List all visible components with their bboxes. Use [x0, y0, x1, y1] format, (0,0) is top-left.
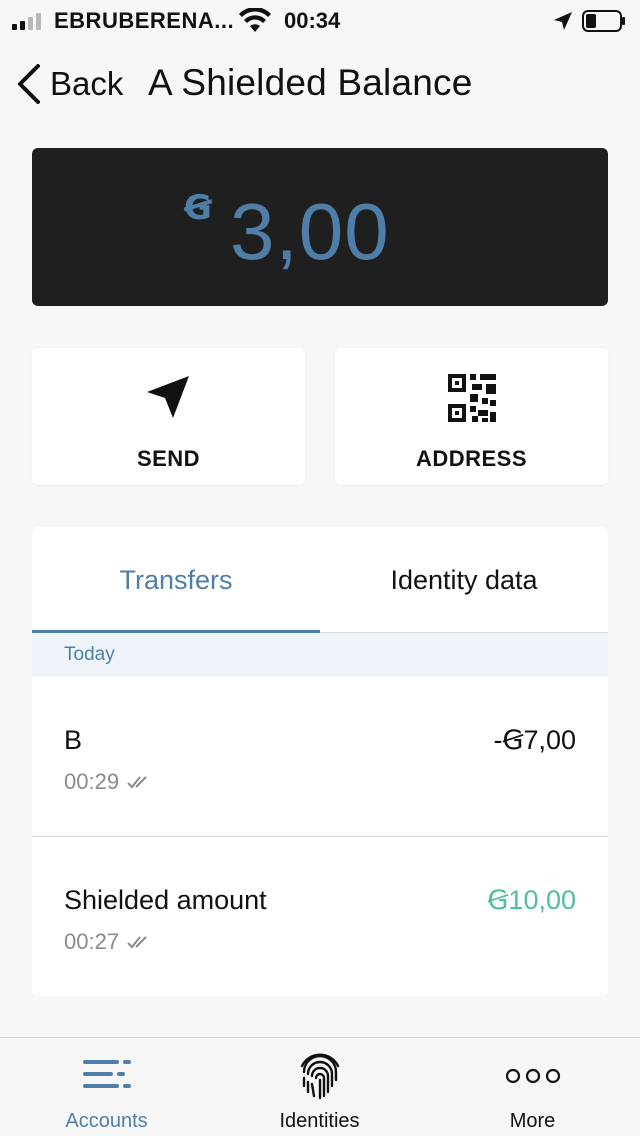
back-label: Back — [50, 65, 124, 102]
address-label: ADDRESS — [415, 446, 528, 471]
transaction-amount: -Ꞡ7,00 — [493, 725, 576, 755]
transaction-amount: Ꞡ10,00 — [487, 885, 577, 915]
transaction-name: Shielded amount — [64, 885, 267, 915]
battery-icon — [582, 10, 625, 32]
send-button[interactable]: SEND — [32, 348, 305, 485]
carrier-name: EBRUBERENA... — [54, 8, 235, 33]
transaction-name: B — [64, 725, 83, 755]
qr-code-icon — [447, 374, 496, 422]
accounts-list-icon — [82, 1060, 131, 1088]
transfers-card: Transfers Identity data Today B 00:29 -Ꞡ… — [32, 527, 608, 996]
address-button[interactable]: ADDRESS — [335, 348, 608, 485]
transaction-time: 00:27 — [64, 929, 120, 954]
back-button[interactable]: Back — [14, 60, 123, 108]
status-time: 00:34 — [284, 8, 341, 33]
page-title: A Shielded Balance — [148, 62, 473, 103]
status-bar: EBRUBERENA... 00:34 — [0, 0, 640, 44]
chevron-left-icon — [18, 64, 40, 104]
nav-accounts-label: Accounts — [65, 1110, 148, 1132]
transaction-row[interactable]: Shielded amount 00:27 Ꞡ10,00 — [32, 837, 608, 996]
location-arrow-icon — [554, 12, 572, 30]
more-dots-icon — [505, 1068, 560, 1084]
double-check-icon — [127, 776, 147, 789]
nav-more[interactable]: More — [426, 1038, 639, 1136]
section-header-today: Today — [32, 633, 608, 677]
nav-accounts[interactable]: Accounts — [0, 1038, 213, 1136]
fingerprint-icon — [300, 1053, 339, 1100]
account-screen: EBRUBERENA... 00:34 Back A Shielded Bala… — [0, 0, 640, 1136]
tab-identity-data-label: Identity data — [390, 564, 538, 595]
wifi-icon — [239, 8, 271, 32]
signal-icon — [12, 12, 41, 30]
transaction-time: 00:29 — [64, 769, 120, 794]
transaction-time-group: 00:27 — [64, 929, 153, 955]
bottom-nav: Accounts Identities More — [0, 1037, 640, 1136]
currency-symbol: Ꞡ — [184, 189, 212, 227]
tab-transfers[interactable]: Transfers — [32, 527, 320, 634]
balance-amount: 3,00 — [230, 187, 390, 276]
tab-bar: Transfers Identity data — [32, 527, 608, 634]
double-check-icon — [127, 936, 147, 949]
nav-identities[interactable]: Identities — [213, 1038, 426, 1136]
send-label: SEND — [136, 446, 201, 471]
nav-header: Back A Shielded Balance — [0, 52, 640, 116]
transaction-time-group: 00:29 — [64, 769, 153, 795]
nav-identities-label: Identities — [279, 1110, 360, 1132]
tab-identity-data[interactable]: Identity data — [320, 527, 608, 633]
tab-transfers-label: Transfers — [119, 564, 233, 595]
balance-card: Ꞡ 3,00 — [32, 148, 608, 306]
nav-more-label: More — [509, 1110, 556, 1132]
send-icon — [146, 376, 189, 418]
transaction-row[interactable]: B 00:29 -Ꞡ7,00 — [32, 677, 608, 837]
